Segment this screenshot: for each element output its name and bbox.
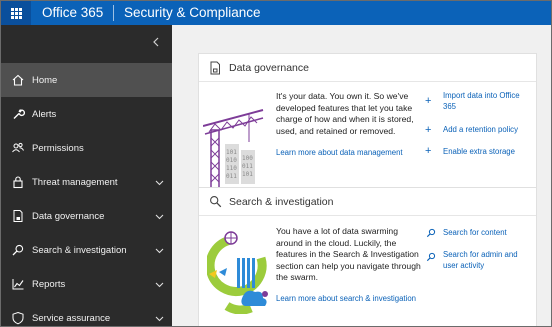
chevron-down-icon[interactable] — [154, 279, 165, 290]
sidebar: Home Alerts Permissions Threat managemen… — [1, 25, 172, 326]
sidebar-item-threat-management[interactable]: Threat management — [1, 165, 172, 199]
description-line: section can help you navigate through — [276, 260, 421, 271]
description-line: around in the cloud. Luckily, the — [276, 237, 397, 248]
enable-extra-storage-link[interactable]: Enable extra storage — [443, 147, 515, 158]
description-line: It's your data. You own it. So we've — [276, 91, 409, 101]
wrench-icon — [13, 109, 25, 119]
chevron-left-icon[interactable] — [150, 35, 164, 49]
add-retention-policy-link[interactable]: Add a retention policy — [443, 125, 518, 136]
sidebar-item-label: Alerts — [32, 108, 57, 120]
header-divider — [113, 5, 114, 21]
document-lock-icon — [13, 210, 23, 222]
action-line: Search for content — [443, 228, 507, 237]
card-header: Data governance — [199, 54, 536, 82]
card-title: Search & investigation — [229, 196, 334, 208]
sidebar-item-permissions[interactable]: Permissions — [1, 131, 172, 165]
shield-icon — [12, 311, 24, 325]
card-description: It's your data. You own it. So we've dev… — [276, 91, 414, 137]
sidebar-item-service-assurance[interactable]: Service assurance — [1, 301, 172, 326]
chevron-down-icon[interactable] — [154, 211, 165, 222]
sidebar-item-label: Reports — [32, 278, 66, 290]
plus-icon: + — [425, 124, 432, 136]
plus-icon: + — [425, 95, 432, 107]
card-header: Search & investigation — [199, 188, 536, 216]
card-title: Data governance — [229, 62, 309, 74]
document-lock-icon — [210, 61, 220, 75]
action-line: Search for admin and — [443, 250, 518, 259]
sidebar-item-label: Data governance — [32, 210, 105, 222]
search-investigation-card: Search & investigation You have a lot of… — [198, 187, 537, 326]
description-line: the swarm. — [276, 272, 319, 283]
data-governance-card: Data governance 101 010 110 011 100 011 … — [198, 53, 537, 205]
svg-text:101: 101 — [242, 171, 253, 178]
lock-icon — [13, 176, 23, 189]
action-line: Enable extra storage — [443, 147, 515, 156]
sidebar-item-reports[interactable]: Reports — [1, 267, 172, 301]
action-line: Import data into Office — [443, 91, 520, 100]
import-data-link[interactable]: Import data into Office 365 — [443, 91, 520, 112]
description-line: used, and retained or removed. — [276, 125, 396, 136]
svg-text:100: 100 — [242, 155, 253, 162]
home-icon — [12, 74, 24, 86]
sidebar-item-label: Service assurance — [32, 312, 111, 324]
description-line: You have a lot of data swarming — [276, 226, 398, 236]
search-icon — [210, 196, 222, 208]
window: Office 365 Security & Compliance Home Al… — [0, 0, 552, 327]
learn-more-link[interactable]: Learn more about data management — [276, 148, 403, 157]
main-content: Data governance 101 010 110 011 100 011 … — [172, 25, 551, 326]
plus-icon: + — [425, 145, 432, 157]
sidebar-item-search-investigation[interactable]: Search & investigation — [1, 233, 172, 267]
search-icon — [12, 244, 24, 256]
svg-text:010: 010 — [226, 157, 237, 164]
sidebar-item-data-governance[interactable]: Data governance — [1, 199, 172, 233]
action-line: Add a retention policy — [443, 125, 518, 134]
search-icon — [426, 252, 436, 262]
search-admin-activity-link[interactable]: Search for admin and user activity — [443, 250, 518, 271]
sidebar-item-label: Home — [32, 74, 58, 86]
description-line: features in the Search & Investigation — [276, 249, 419, 260]
card-description: You have a lot of data swarming around i… — [276, 226, 421, 284]
crane-illustration: 101 010 110 011 100 011 101 — [203, 109, 264, 189]
sidebar-item-label: Threat management — [32, 176, 118, 188]
sidebar-item-label: Search & investigation — [32, 244, 127, 256]
description-line: charge of how and when it is stored, — [276, 114, 414, 125]
product-title[interactable]: Security & Compliance — [124, 5, 261, 20]
search-for-content-link[interactable]: Search for content — [443, 228, 507, 239]
people-icon — [12, 142, 24, 153]
svg-text:110: 110 — [226, 165, 237, 172]
svg-text:011: 011 — [226, 173, 237, 180]
action-line: 365 — [443, 101, 457, 111]
app-name[interactable]: Office 365 — [42, 5, 103, 20]
top-bar: Office 365 Security & Compliance — [1, 1, 551, 25]
sidebar-item-alerts[interactable]: Alerts — [1, 97, 172, 131]
chevron-down-icon[interactable] — [154, 177, 165, 188]
search-icon — [426, 228, 436, 238]
learn-more-link[interactable]: Learn more about search & investigation — [276, 294, 416, 303]
action-line: user activity — [443, 260, 485, 270]
sidebar-item-home[interactable]: Home — [1, 63, 172, 97]
app-launcher-icon[interactable] — [1, 1, 31, 25]
chevron-down-icon[interactable] — [154, 245, 165, 256]
chevron-down-icon[interactable] — [154, 313, 165, 324]
swarm-illustration — [207, 231, 268, 314]
svg-text:101: 101 — [226, 149, 237, 156]
chart-icon — [12, 279, 24, 290]
description-line: developed features that let you take — [276, 102, 413, 113]
sidebar-item-label: Permissions — [32, 142, 84, 154]
svg-text:011: 011 — [242, 163, 253, 170]
